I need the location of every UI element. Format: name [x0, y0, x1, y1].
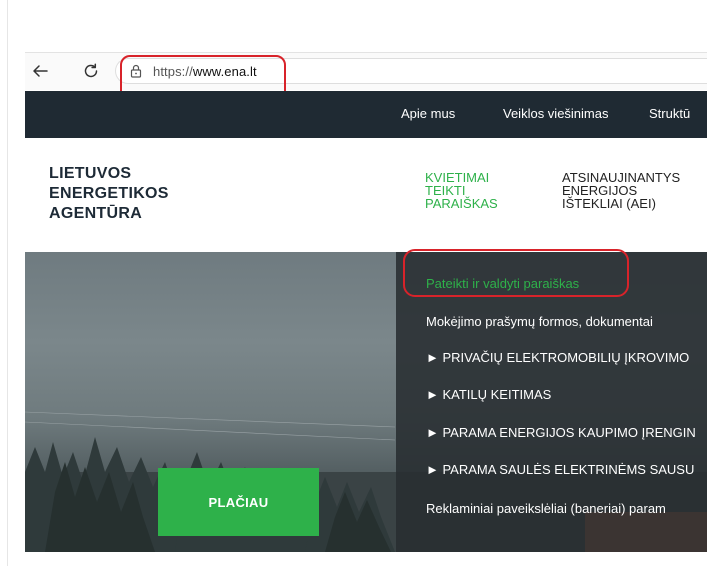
topnav-link-struktura[interactable]: Struktū [649, 106, 690, 121]
dropdown-menu-kvietimai: Pateikti ir valdyti paraiškas Mokėjimo p… [396, 252, 707, 552]
url-scheme: https:// [153, 64, 193, 79]
back-button[interactable] [28, 59, 52, 83]
logo-line: LIETUVOS [49, 165, 132, 182]
top-navigation: Apie mus Veiklos viešinimas Struktū [25, 91, 707, 138]
placiau-button[interactable]: PLAČIAU [158, 468, 319, 536]
dropdown-item-reklaminiai[interactable]: Reklaminiai paveikslėliai (baneriai) par… [426, 501, 666, 516]
address-bar[interactable]: https://www.ena.lt [115, 58, 707, 84]
dropdown-item-mokejimo[interactable]: Mokėjimo prašymų formos, dokumentai [426, 314, 653, 329]
reload-icon [84, 63, 98, 78]
dropdown-item-pateikti[interactable]: Pateikti ir valdyti paraiškas [426, 276, 579, 291]
menu-item-aei[interactable]: ATSINAUJINANTYS ENERGIJOS IŠTEKLIAI (AEI… [562, 171, 680, 210]
reload-button[interactable] [79, 59, 103, 83]
url-text: https://www.ena.lt [153, 64, 257, 79]
dropdown-item-sauliu[interactable]: ► PARAMA SAULĖS ELEKTRINĖMS SAUSU [426, 462, 694, 477]
url-host: www.ena.lt [192, 64, 257, 79]
site-header: LIETUVOS ENERGETIKOS AGENTŪRA KVIETIMAI … [25, 138, 707, 252]
browser-toolbar: https://www.ena.lt [25, 52, 707, 90]
dropdown-item-kaupimo[interactable]: ► PARAMA ENERGIJOS KAUPIMO ĮRENGIN [426, 425, 696, 440]
topnav-link-apie-mus[interactable]: Apie mus [401, 106, 455, 121]
dropdown-item-katilu[interactable]: ► KATILŲ KEITIMAS [426, 387, 551, 402]
logo-line: AGENTŪRA [49, 205, 143, 222]
hero-banner: PLAČIAU Pateikti ir valdyti paraiškas Mo… [25, 252, 707, 552]
dropdown-item-elektromobiliu[interactable]: ► PRIVAČIŲ ELEKTROMOBILIŲ ĮKROVIMO [426, 350, 689, 365]
menu-item-label: PARAIŠKAS [425, 196, 498, 211]
page-bottom [25, 552, 707, 566]
topnav-link-veiklos-viesinimas[interactable]: Veiklos viešinimas [503, 106, 609, 121]
menu-item-label: IŠTEKLIAI (AEI) [562, 196, 656, 211]
page-gutter-line [7, 0, 8, 566]
site-logo[interactable]: LIETUVOS ENERGETIKOS AGENTŪRA [49, 164, 169, 224]
menu-item-kvietimai[interactable]: KVIETIMAI TEIKTI PARAIŠKAS [425, 171, 498, 210]
lock-icon [130, 64, 142, 83]
logo-line: ENERGETIKOS [49, 185, 169, 202]
arrow-left-icon [33, 65, 48, 77]
